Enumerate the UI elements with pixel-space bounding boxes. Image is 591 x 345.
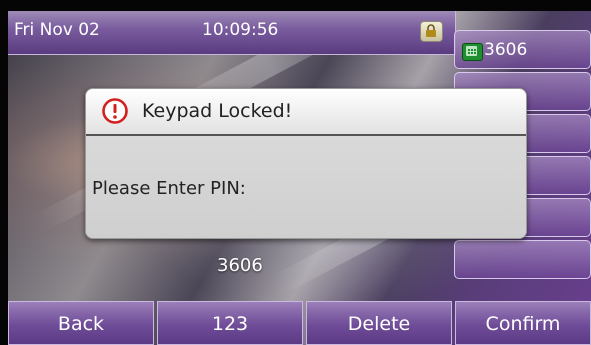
confirm-button[interactable]: Confirm: [455, 301, 591, 345]
dialog-header: Keypad Locked!: [86, 89, 526, 136]
input-mode-button[interactable]: 123: [157, 301, 303, 345]
status-bar: Fri Nov 02 10:09:56: [8, 11, 456, 55]
status-time: 10:09:56: [202, 20, 279, 40]
phone-line-icon: [462, 43, 483, 61]
back-button[interactable]: Back: [8, 301, 154, 345]
line-key-1[interactable]: 3606: [454, 30, 591, 69]
line-key-6[interactable]: [454, 240, 591, 279]
status-date: Fri Nov 02: [14, 20, 100, 40]
dialog-title: Keypad Locked!: [142, 100, 293, 122]
softkey-bar: Back 123 Delete Confirm: [8, 301, 591, 345]
warning-circle-icon: [102, 98, 128, 124]
keypad-locked-dialog: Keypad Locked! Please Enter PIN:: [85, 88, 527, 239]
delete-button[interactable]: Delete: [306, 301, 452, 345]
pin-entry-value[interactable]: 3606: [217, 255, 263, 276]
pin-prompt-label: Please Enter PIN:: [92, 178, 246, 199]
line-key-label: 3606: [484, 40, 528, 60]
padlock-icon: [420, 21, 443, 42]
phone-screen: Fri Nov 02 10:09:56 3606 3606 Keypad Loc…: [8, 11, 591, 345]
dialog-body: Please Enter PIN:: [86, 136, 526, 238]
